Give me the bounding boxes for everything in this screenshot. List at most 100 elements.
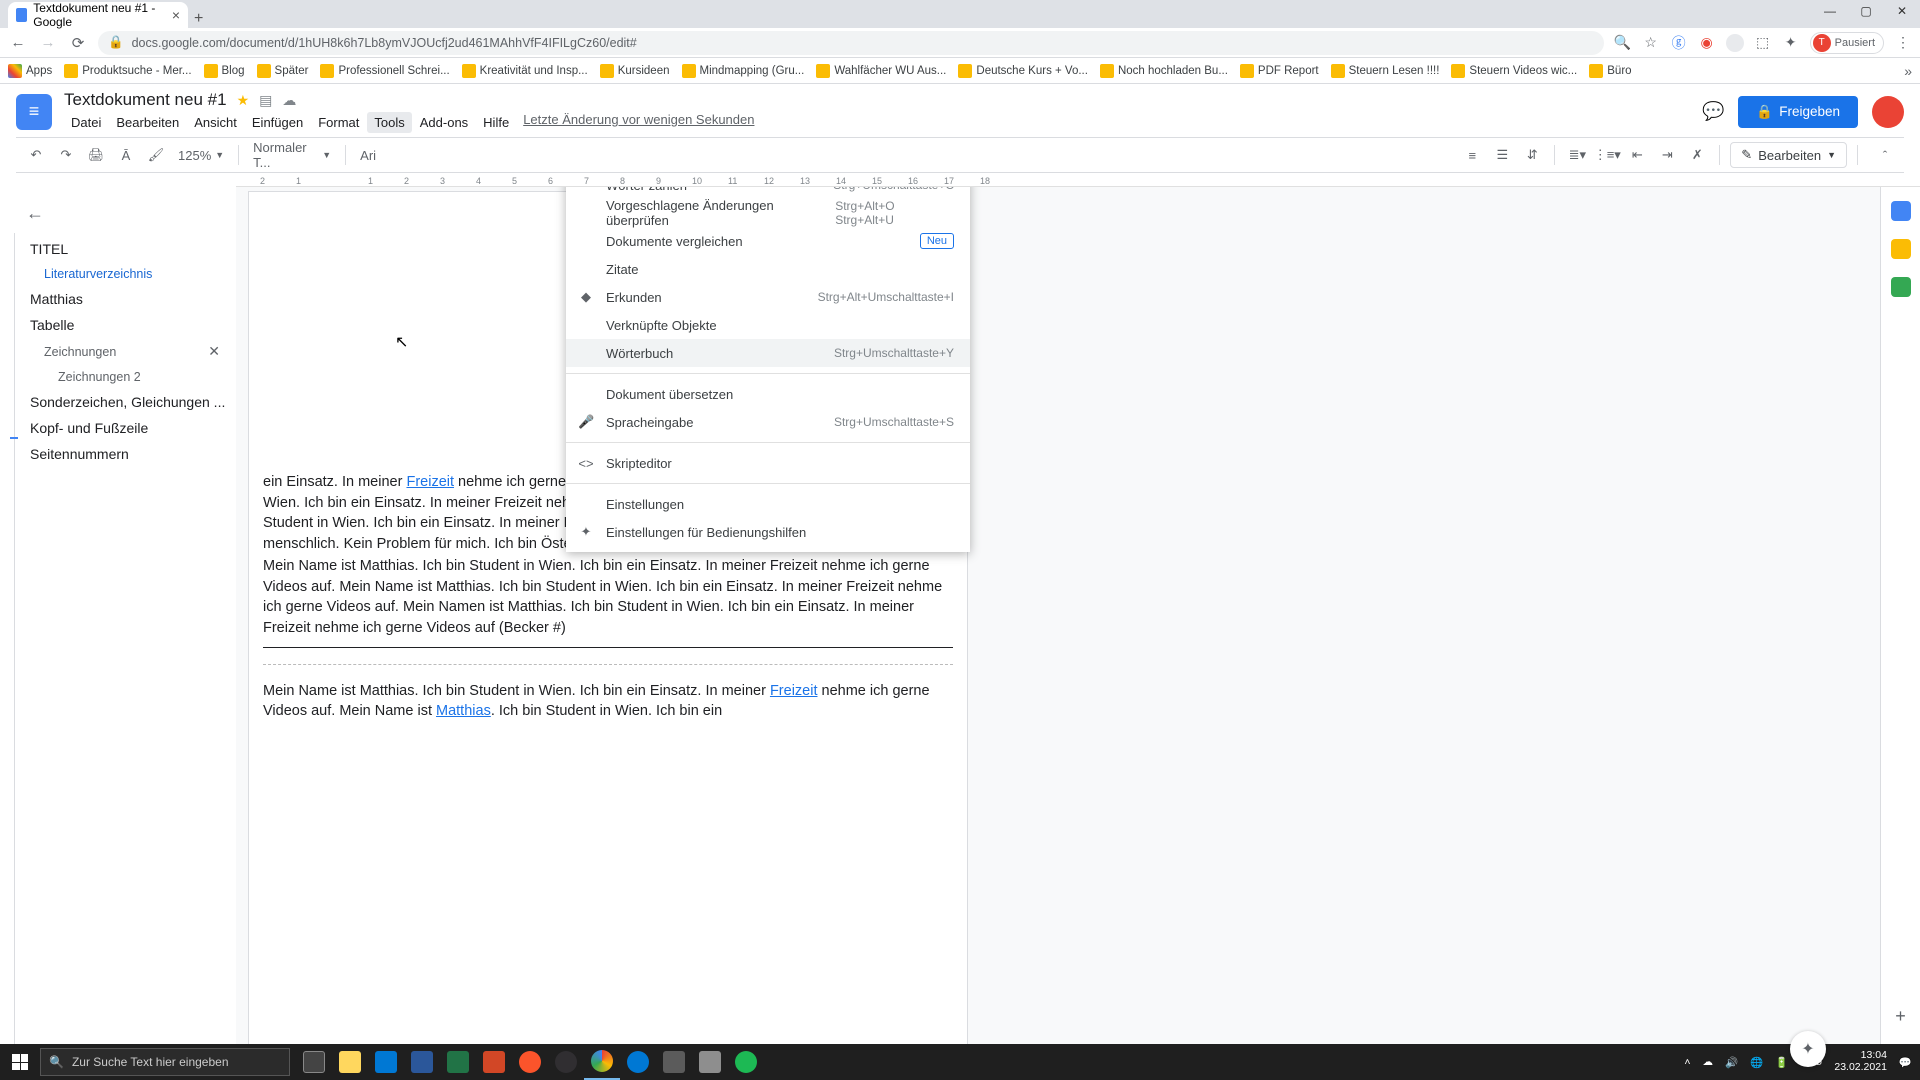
- add-addon-icon[interactable]: +: [1895, 1006, 1906, 1027]
- explore-fab[interactable]: ✦: [1790, 1031, 1826, 1067]
- paint-format-icon[interactable]: 🖌: [144, 143, 168, 167]
- explorer-icon[interactable]: [332, 1044, 368, 1080]
- notifications-icon[interactable]: 💬: [1899, 1056, 1912, 1069]
- font-select[interactable]: Ari: [356, 148, 380, 163]
- account-avatar[interactable]: [1872, 96, 1904, 128]
- keep-addon-icon[interactable]: [1891, 239, 1911, 259]
- outline-item[interactable]: Sonderzeichen, Gleichungen ...: [8, 389, 226, 415]
- bookmark-item[interactable]: Steuern Lesen !!!!: [1331, 64, 1440, 78]
- document-canvas[interactable]: ein Einsatz. In meiner Freizeit nehme ic…: [236, 187, 1880, 1080]
- bookmark-item[interactable]: Steuern Videos wic...: [1451, 64, 1577, 78]
- clear-format-icon[interactable]: ✗: [1685, 143, 1709, 167]
- ext1-icon[interactable]: ◉: [1698, 34, 1716, 52]
- volume-icon[interactable]: 🔊: [1725, 1056, 1738, 1069]
- bookmark-item[interactable]: Kursideen: [600, 64, 670, 78]
- bookmark-item[interactable]: Später: [257, 64, 309, 78]
- powerpoint-icon[interactable]: [476, 1044, 512, 1080]
- menu-item[interactable]: Einstellungen: [566, 490, 970, 518]
- print-icon[interactable]: 🖨: [84, 143, 108, 167]
- menu-item[interactable]: Vorgeschlagene Änderungen überprüfenStrg…: [566, 199, 970, 227]
- outline-item[interactable]: Tabelle: [8, 312, 226, 338]
- obs-icon[interactable]: [548, 1044, 584, 1080]
- close-tab-icon[interactable]: ×: [172, 7, 180, 23]
- menu-item[interactable]: Dokumente vergleichenNeu: [566, 227, 970, 255]
- window-minimize-icon[interactable]: —: [1812, 0, 1848, 22]
- zoom-icon[interactable]: 🔍: [1614, 34, 1632, 52]
- indent-increase-icon[interactable]: ⇥: [1655, 143, 1679, 167]
- back-icon[interactable]: ←: [8, 34, 28, 51]
- zoom-select[interactable]: 125%▼: [174, 148, 228, 163]
- document-title[interactable]: Textdokument neu #1: [64, 90, 227, 110]
- outline-item[interactable]: Kopf- und Fußzeile: [8, 415, 226, 441]
- bookmark-item[interactable]: Büro: [1589, 64, 1631, 78]
- task-view-icon[interactable]: [296, 1044, 332, 1080]
- clock[interactable]: 13:04 23.02.2021: [1834, 1050, 1887, 1073]
- calendar-addon-icon[interactable]: [1891, 201, 1911, 221]
- app-icon-2[interactable]: [692, 1044, 728, 1080]
- share-button[interactable]: 🔒 Freigeben: [1738, 96, 1858, 128]
- menu-bearbeiten[interactable]: Bearbeiten: [109, 112, 186, 133]
- menu-item[interactable]: ✦Einstellungen für Bedienungshilfen: [566, 518, 970, 546]
- outline-item[interactable]: TITEL: [8, 236, 226, 262]
- bookmark-item[interactable]: Noch hochladen Bu...: [1100, 64, 1228, 78]
- menu-add-ons[interactable]: Add-ons: [413, 112, 475, 133]
- edge-legacy-icon[interactable]: [368, 1044, 404, 1080]
- bookmark-item[interactable]: Professionell Schrei...: [320, 64, 449, 78]
- menu-hilfe[interactable]: Hilfe: [476, 112, 516, 133]
- outline-item[interactable]: Zeichnungen 2: [8, 365, 226, 389]
- align-center-icon[interactable]: ☰: [1490, 143, 1514, 167]
- ext3-icon[interactable]: ⬚: [1754, 34, 1772, 52]
- outline-item[interactable]: Zeichnungen✕: [8, 338, 226, 365]
- cloud-status-icon[interactable]: ☁: [282, 92, 296, 109]
- onedrive-icon[interactable]: ☁: [1702, 1056, 1713, 1068]
- outline-back-icon[interactable]: ←: [26, 203, 226, 224]
- redo-icon[interactable]: ↷: [54, 143, 78, 167]
- chrome-icon[interactable]: [584, 1044, 620, 1080]
- profile-chip[interactable]: T Pausiert: [1810, 32, 1884, 54]
- window-close-icon[interactable]: ✕: [1884, 0, 1920, 22]
- bookmark-item[interactable]: Blog: [204, 64, 245, 78]
- translate-icon[interactable]: ⓖ: [1670, 34, 1688, 52]
- url-input[interactable]: 🔒 docs.google.com/document/d/1hUH8k6h7Lb…: [98, 31, 1604, 55]
- outline-remove-icon[interactable]: ✕: [208, 343, 220, 360]
- bookmark-item[interactable]: Deutsche Kurs + Vo...: [958, 64, 1088, 78]
- battery-icon[interactable]: 🔋: [1775, 1056, 1788, 1069]
- reload-icon[interactable]: ⟳: [68, 34, 88, 52]
- docs-logo-icon[interactable]: ≡: [16, 94, 52, 130]
- link-freizeit[interactable]: Freizeit: [406, 474, 454, 490]
- menu-ansicht[interactable]: Ansicht: [187, 112, 244, 133]
- collapse-toolbar-icon[interactable]: ˆ: [1874, 144, 1896, 166]
- link-freizeit-2[interactable]: Freizeit: [770, 683, 818, 699]
- menu-item[interactable]: WörterbuchStrg+Umschalttaste+Y: [566, 339, 970, 367]
- horizontal-ruler[interactable]: 21123456789101112131415161718: [236, 173, 1920, 187]
- menu-item[interactable]: Zitate: [566, 255, 970, 283]
- outline-item[interactable]: Literaturverzeichnis: [8, 262, 226, 286]
- bulleted-list-icon[interactable]: ⋮≡▾: [1595, 143, 1619, 167]
- menu-tools[interactable]: Tools: [367, 112, 411, 133]
- menu-format[interactable]: Format: [311, 112, 366, 133]
- editing-mode-button[interactable]: ✎ Bearbeiten ▼: [1730, 142, 1847, 168]
- network-icon[interactable]: 🌐: [1750, 1056, 1763, 1069]
- spotify-icon[interactable]: [728, 1044, 764, 1080]
- bookmark-apps[interactable]: Apps: [8, 64, 52, 78]
- star-icon[interactable]: ☆: [1642, 34, 1660, 52]
- line-spacing-icon[interactable]: ⇵: [1520, 143, 1544, 167]
- indent-decrease-icon[interactable]: ⇤: [1625, 143, 1649, 167]
- window-maximize-icon[interactable]: ▢: [1848, 0, 1884, 22]
- outline-item[interactable]: Matthias: [8, 286, 226, 312]
- app-icon-1[interactable]: [656, 1044, 692, 1080]
- forward-icon[interactable]: →: [38, 34, 58, 51]
- menu-item[interactable]: 🎤SpracheingabeStrg+Umschalttaste+S: [566, 408, 970, 436]
- tray-chevron-icon[interactable]: ˄: [1684, 1056, 1690, 1068]
- bookmark-item[interactable]: Produktsuche - Mer...: [64, 64, 191, 78]
- excel-icon[interactable]: [440, 1044, 476, 1080]
- bookmark-item[interactable]: Wahlfächer WU Aus...: [816, 64, 946, 78]
- align-left-icon[interactable]: ≡: [1460, 143, 1484, 167]
- brave-icon[interactable]: [512, 1044, 548, 1080]
- tasks-addon-icon[interactable]: [1891, 277, 1911, 297]
- move-doc-icon[interactable]: ▤: [259, 92, 272, 109]
- last-change-link[interactable]: Letzte Änderung vor wenigen Sekunden: [523, 112, 754, 133]
- extensions-icon[interactable]: ✦: [1782, 34, 1800, 52]
- browser-tab[interactable]: Textdokument neu #1 - Google ×: [8, 2, 188, 28]
- menu-datei[interactable]: Datei: [64, 112, 108, 133]
